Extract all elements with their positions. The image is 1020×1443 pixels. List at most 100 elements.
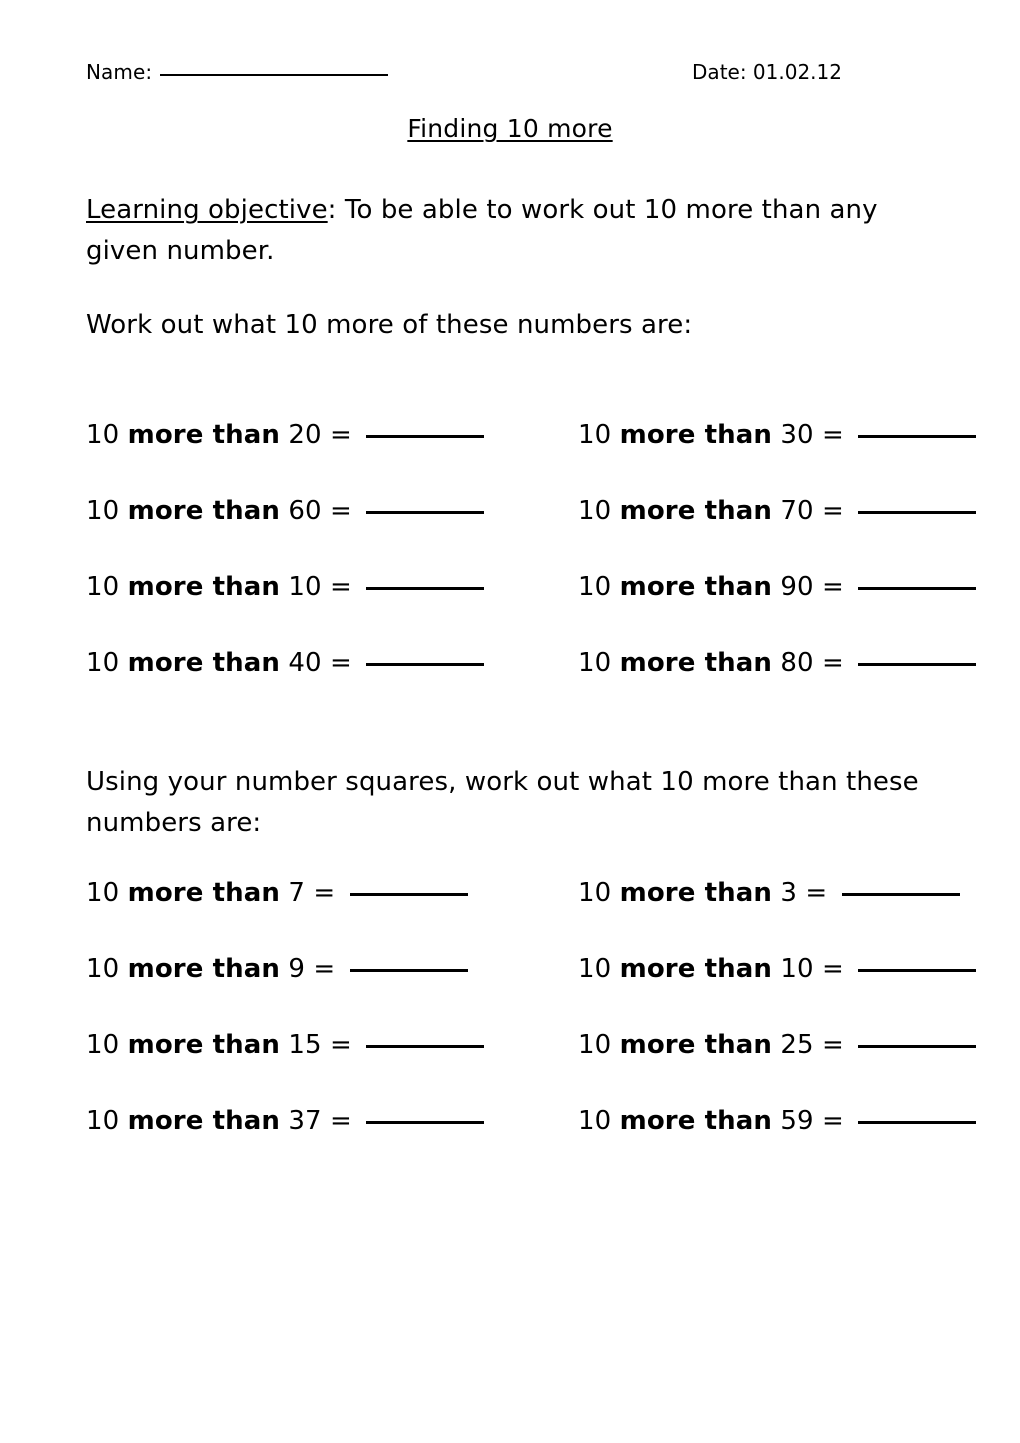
- equals-sign: =: [813, 1106, 853, 1136]
- question-row: 10 more than 20 = 10 more than 30 =: [86, 420, 977, 496]
- page-title-text: Finding 10 more: [407, 114, 613, 143]
- question-row: 10 more than 37 = 10 more than 59 =: [86, 1106, 977, 1182]
- question-phrase: more than: [619, 648, 773, 678]
- question-phrase: more than: [619, 572, 773, 602]
- question-lead: 10: [86, 1030, 128, 1060]
- question-value: 80: [772, 648, 814, 678]
- question-item: 10 more than 90 =: [578, 572, 977, 602]
- question-phrase: more than: [619, 1106, 773, 1136]
- answer-blank-line[interactable]: [366, 435, 485, 438]
- question-value: 30: [772, 420, 814, 450]
- question-item: 10 more than 3 =: [578, 878, 960, 908]
- answer-blank-line[interactable]: [858, 663, 977, 666]
- question-item: 10 more than 10 =: [578, 954, 977, 984]
- equals-sign: =: [813, 648, 853, 678]
- equals-sign: =: [813, 420, 853, 450]
- question-lead: 10: [578, 572, 620, 602]
- question-item: 10 more than 25 =: [578, 1030, 977, 1060]
- question-value: 60: [280, 496, 322, 526]
- question-value: 10: [772, 954, 814, 984]
- learning-objective-label: Learning objective: [86, 195, 328, 225]
- answer-blank-line[interactable]: [858, 1045, 977, 1048]
- answer-blank-line[interactable]: [366, 663, 485, 666]
- question-lead: 10: [86, 648, 128, 678]
- question-value: 9: [280, 954, 306, 984]
- name-field-group: Name:: [86, 60, 389, 84]
- question-value: 10: [280, 572, 322, 602]
- question-value: 59: [772, 1106, 814, 1136]
- question-row: 10 more than 15 = 10 more than 25 =: [86, 1030, 977, 1106]
- question-item: 10 more than 15 =: [86, 1030, 485, 1060]
- question-row: 10 more than 7 = 10 more than 3 =: [86, 878, 966, 954]
- question-lead: 10: [86, 1106, 128, 1136]
- question-lead: 10: [578, 954, 620, 984]
- question-lead: 10: [578, 878, 620, 908]
- question-phrase: more than: [127, 1030, 281, 1060]
- answer-blank-line[interactable]: [366, 587, 485, 590]
- instruction-one: Work out what 10 more of these numbers a…: [86, 310, 693, 340]
- instruction-two: Using your number squares, work out what…: [86, 767, 919, 838]
- question-row: 10 more than 10 = 10 more than 90 =: [86, 572, 977, 648]
- answer-blank-line[interactable]: [858, 511, 977, 514]
- answer-blank-line[interactable]: [366, 1121, 485, 1124]
- question-phrase: more than: [619, 420, 773, 450]
- question-item: 10 more than 9 =: [86, 954, 468, 984]
- question-value: 15: [280, 1030, 322, 1060]
- equals-sign: =: [813, 572, 853, 602]
- question-phrase: more than: [619, 878, 773, 908]
- question-phrase: more than: [127, 878, 281, 908]
- equals-sign: =: [321, 648, 361, 678]
- answer-blank-line[interactable]: [366, 511, 485, 514]
- question-phrase: more than: [127, 496, 281, 526]
- question-phrase: more than: [619, 496, 773, 526]
- question-item: 10 more than 7 =: [86, 878, 468, 908]
- question-item: 10 more than 37 =: [86, 1106, 485, 1136]
- question-lead: 10: [86, 954, 128, 984]
- question-value: 70: [772, 496, 814, 526]
- question-phrase: more than: [619, 954, 773, 984]
- question-phrase: more than: [127, 420, 281, 450]
- page-title: Finding 10 more: [0, 114, 1020, 143]
- equals-sign: =: [321, 572, 361, 602]
- question-value: 90: [772, 572, 814, 602]
- question-item: 10 more than 80 =: [578, 648, 977, 678]
- question-phrase: more than: [619, 1030, 773, 1060]
- question-item: 10 more than 10 =: [86, 572, 485, 602]
- answer-blank-line[interactable]: [858, 435, 977, 438]
- question-item: 10 more than 60 =: [86, 496, 485, 526]
- question-lead: 10: [578, 420, 620, 450]
- question-item: 10 more than 30 =: [578, 420, 977, 450]
- question-item: 10 more than 40 =: [86, 648, 485, 678]
- answer-blank-line[interactable]: [841, 893, 960, 896]
- question-value: 40: [280, 648, 322, 678]
- name-label: Name:: [86, 60, 153, 84]
- question-lead: 10: [578, 648, 620, 678]
- answer-blank-line[interactable]: [858, 969, 977, 972]
- question-lead: 10: [86, 878, 128, 908]
- equals-sign: =: [813, 954, 853, 984]
- learning-objective: Learning objective: To be able to work o…: [86, 190, 946, 272]
- question-row: 10 more than 40 = 10 more than 80 =: [86, 648, 977, 724]
- worksheet-page: Name: Date: 01.02.12 Finding 10 more Lea…: [0, 0, 1020, 1443]
- name-blank-line[interactable]: [160, 74, 389, 76]
- date-text: Date: 01.02.12: [692, 60, 842, 84]
- question-lead: 10: [578, 496, 620, 526]
- question-row: 10 more than 60 = 10 more than 70 =: [86, 496, 977, 572]
- question-item: 10 more than 20 =: [86, 420, 485, 450]
- equals-sign: =: [321, 420, 361, 450]
- answer-blank-line[interactable]: [349, 893, 468, 896]
- answer-blank-line[interactable]: [858, 587, 977, 590]
- question-value: 25: [772, 1030, 814, 1060]
- answer-blank-line[interactable]: [349, 969, 468, 972]
- equals-sign: =: [813, 1030, 853, 1060]
- question-section-one: 10 more than 20 = 10 more than 30 = 10 m…: [86, 420, 977, 724]
- question-phrase: more than: [127, 1106, 281, 1136]
- answer-blank-line[interactable]: [858, 1121, 977, 1124]
- question-item: 10 more than 59 =: [578, 1106, 977, 1136]
- equals-sign: =: [305, 954, 344, 984]
- equals-sign: =: [813, 496, 853, 526]
- question-row: 10 more than 9 = 10 more than 10 =: [86, 954, 977, 1030]
- answer-blank-line[interactable]: [366, 1045, 485, 1048]
- question-item: 10 more than 70 =: [578, 496, 977, 526]
- question-section-two: 10 more than 7 = 10 more than 3 = 10 mor…: [86, 878, 977, 1182]
